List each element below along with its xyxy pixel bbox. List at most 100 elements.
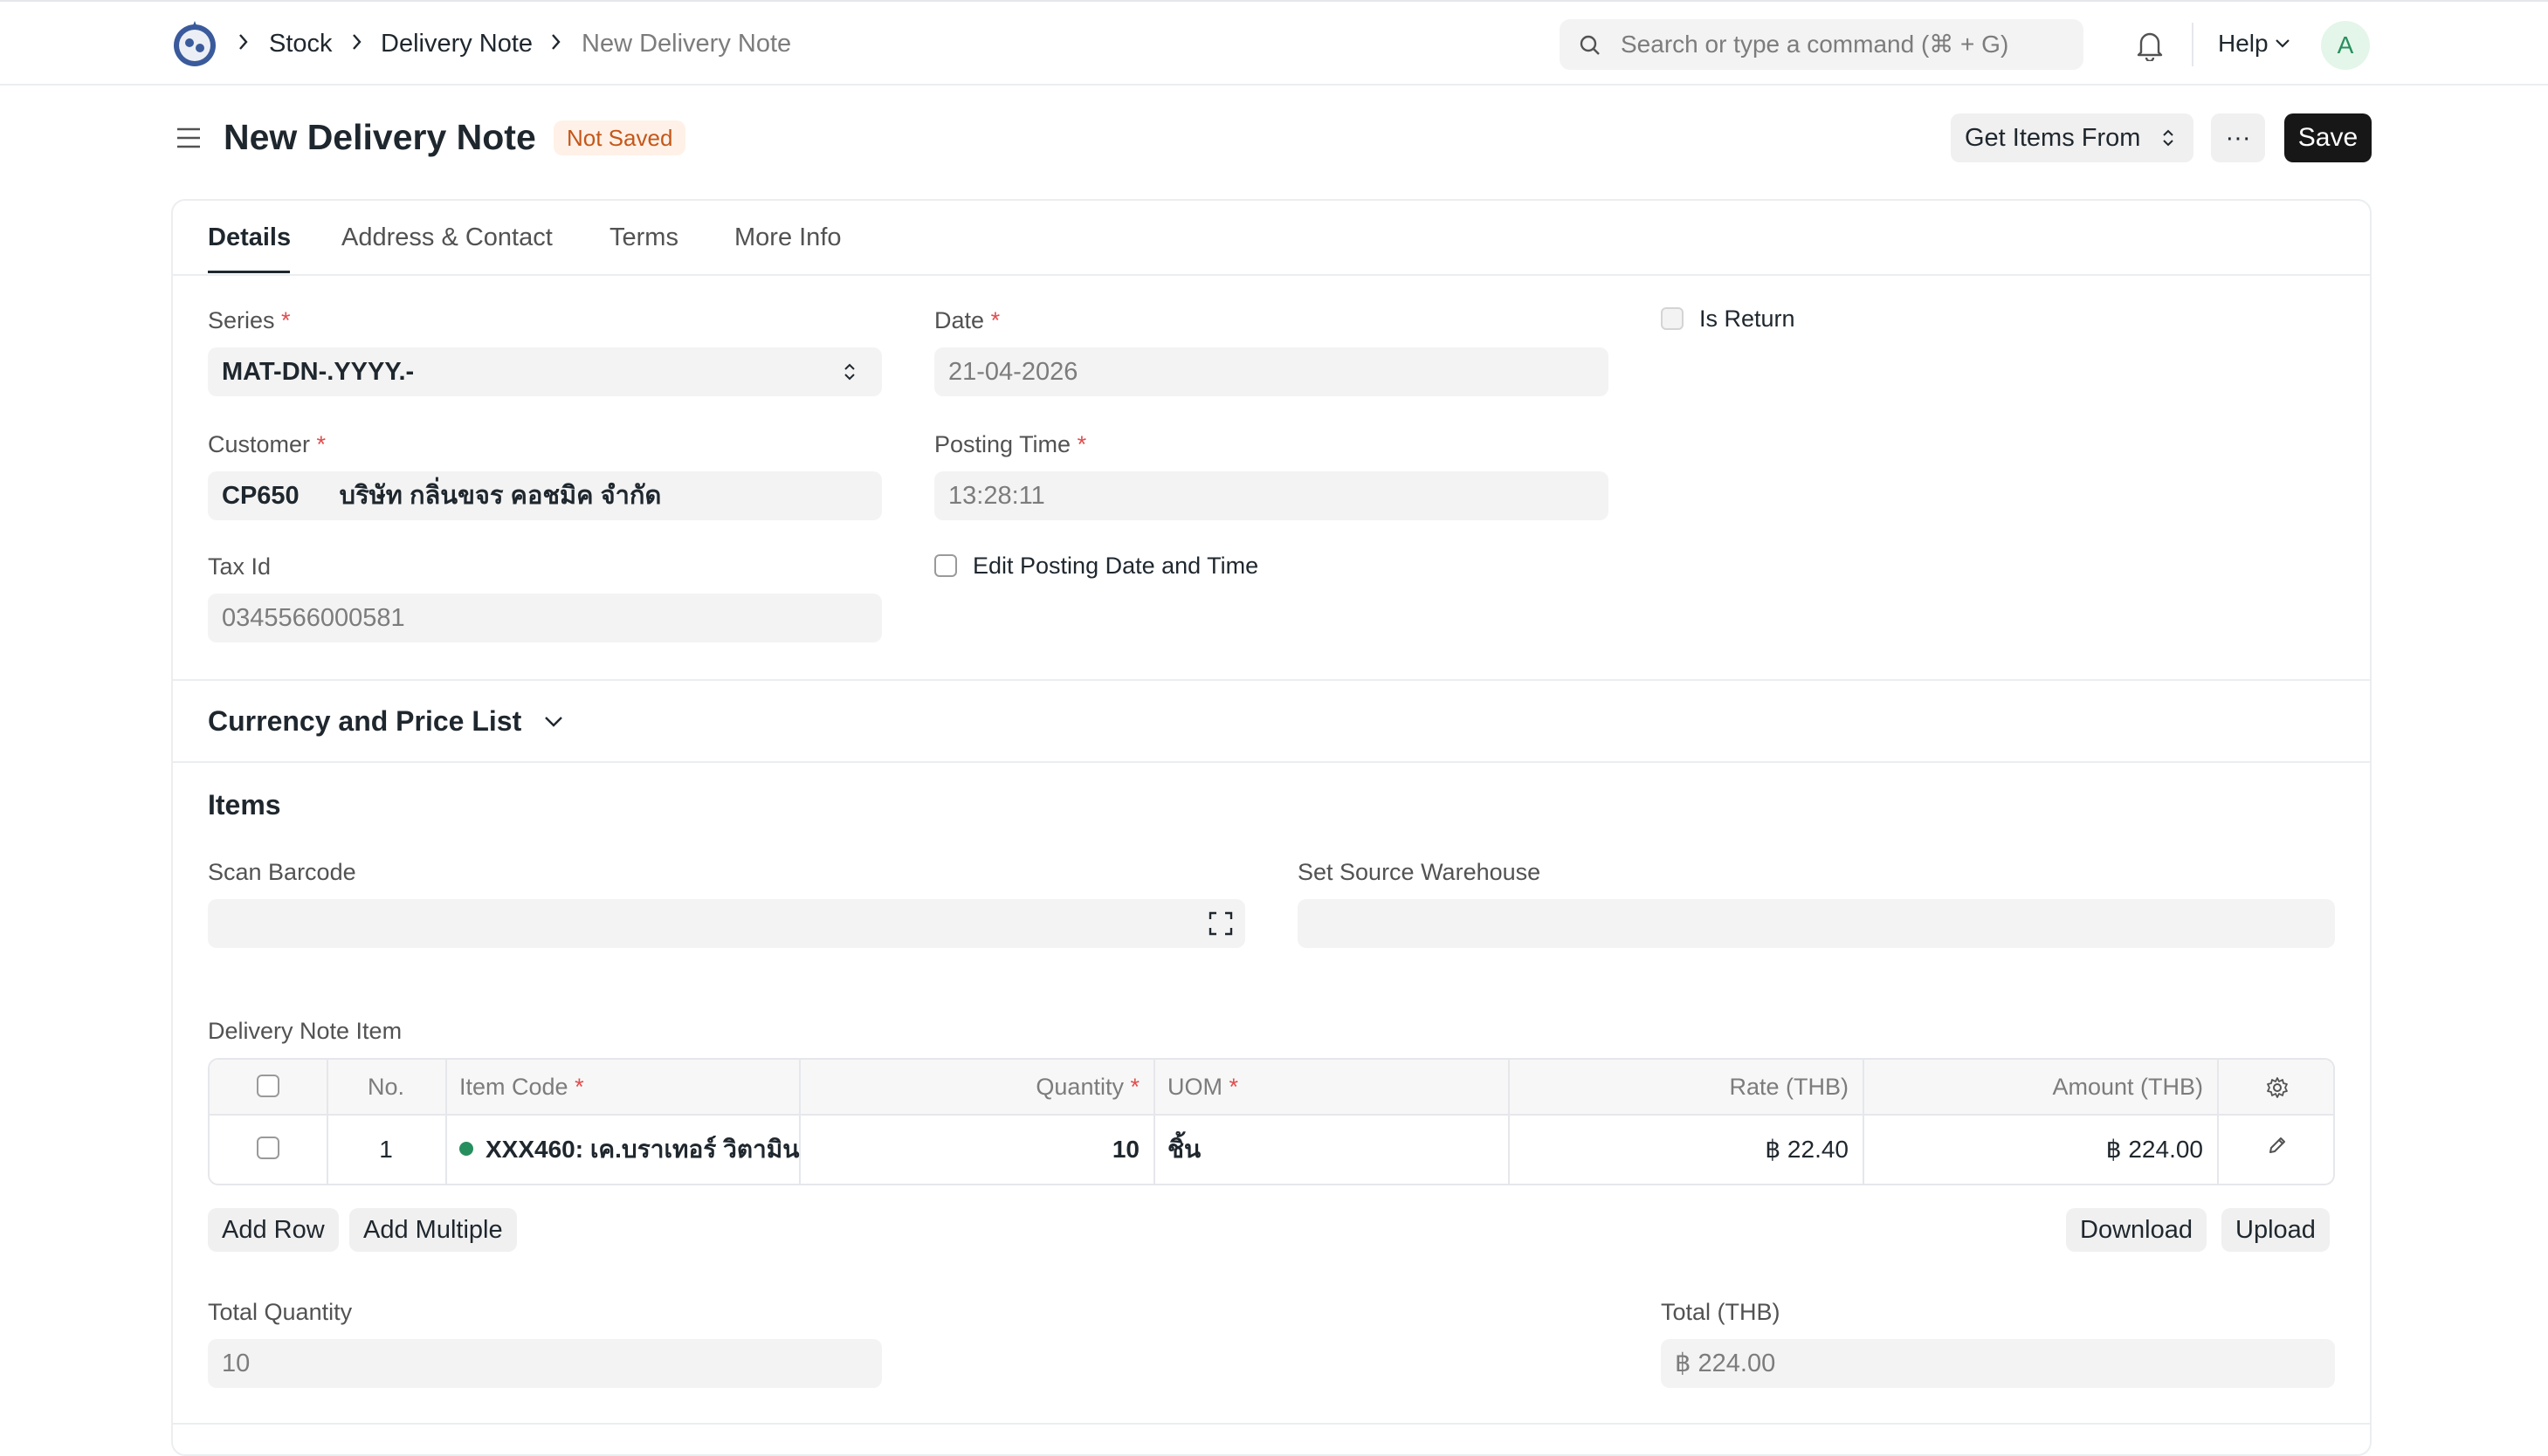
currency-section-title[interactable]: Currency and Price List [208,704,521,738]
add-row-button[interactable]: Add Row [208,1208,339,1252]
scan-icon[interactable] [1209,911,1233,936]
breadcrumb-stock[interactable]: Stock [269,28,333,59]
source-warehouse-label: Set Source Warehouse [1298,859,1541,885]
notification-bell-icon[interactable] [2134,28,2166,61]
column-divider [2217,1060,2219,1184]
col-uom-text: UOM [1167,1074,1222,1100]
tab-address-contact[interactable]: Address & Contact [341,222,553,253]
select-updown-icon [2163,129,2173,147]
row-no: 1 [379,1136,393,1163]
row-quantity[interactable]: 10 [801,1135,1140,1164]
app-logo-icon[interactable] [171,19,218,68]
items-section-title: Items [208,789,281,821]
tab-more-info[interactable]: More Info [734,222,842,253]
tax-id-field[interactable]: 0345566000581 [208,594,882,642]
row-rate[interactable]: ฿ 22.40 [1510,1135,1849,1164]
active-tab-indicator [208,271,290,273]
status-dot [459,1142,473,1156]
add-multiple-button[interactable]: Add Multiple [349,1208,517,1252]
help-menu[interactable]: Help [2218,28,2269,59]
scan-barcode-input[interactable] [208,899,1245,948]
required-mark: * [990,307,1001,333]
date-field[interactable]: 21-04-2026 [934,347,1608,396]
customer-name: บริษัท กลิ่นขจร คอชมิค จำกัด [339,482,662,510]
series-value: MAT-DN-.YYYY.- [222,358,415,386]
col-item-code-header[interactable]: Item Code * [459,1072,584,1102]
row-uom[interactable]: ชิ้น [1167,1135,1201,1164]
status-badge: Not Saved [554,120,686,155]
breadcrumb-separator-icon [351,31,370,54]
required-mark: * [316,431,327,457]
page-title: New Delivery Note [224,117,536,157]
date-label: Date * [934,306,1000,335]
customer-field[interactable]: CP650 บริษัท กลิ่นขจร คอชมิค จำกัด [208,471,882,520]
chevron-down-icon[interactable] [543,714,564,730]
col-quantity-text: Quantity [1036,1074,1124,1100]
row-select-checkbox[interactable] [257,1137,279,1159]
breadcrumb-current[interactable]: New Delivery Note [582,28,791,59]
total-label: Total (THB) [1661,1299,1780,1325]
tab-terms[interactable]: Terms [609,222,678,253]
posting-time-field[interactable]: 13:28:11 [934,471,1608,520]
customer-label-text: Customer [208,431,311,457]
date-label-text: Date [934,307,985,333]
tabs-divider [173,274,2370,276]
required-mark: * [1229,1074,1239,1100]
edit-posting-checkbox[interactable] [934,554,957,577]
total-quantity-label: Total Quantity [208,1299,353,1325]
col-no-header: No. [367,1074,405,1100]
items-table: No. Item Code * Quantity * UOM * Rate (T… [208,1058,2335,1185]
required-mark: * [281,307,291,333]
command-search[interactable] [1560,19,2083,70]
col-quantity-header[interactable]: Quantity * [801,1072,1140,1102]
section-divider [173,679,2370,681]
search-icon [1580,35,1600,55]
required-mark: * [1077,431,1087,457]
items-table-label: Delivery Note Item [208,1018,403,1044]
download-button[interactable]: Download [2066,1208,2207,1252]
section-divider [173,1423,2370,1425]
column-divider [1153,1060,1155,1184]
source-warehouse-input[interactable] [1298,899,2335,948]
top-navbar: Stock Delivery Note New Delivery Note He… [0,0,2548,86]
col-rate-header[interactable]: Rate (THB) [1510,1072,1849,1102]
more-actions-button[interactable]: ··· [2211,113,2265,162]
posting-time-label-text: Posting Time [934,431,1071,457]
edit-posting-label: Edit Posting Date and Time [973,553,1259,579]
column-divider [445,1060,447,1184]
scan-barcode-label: Scan Barcode [208,859,356,885]
avatar[interactable]: A [2321,21,2370,70]
series-label-text: Series [208,307,275,333]
tab-details[interactable]: Details [208,222,291,253]
get-items-from-button[interactable]: Get Items From [1951,113,2193,162]
gear-icon[interactable] [2265,1075,2290,1100]
total-field[interactable]: ฿ 224.00 [1661,1339,2335,1388]
search-input[interactable] [1621,19,2066,70]
posting-time-label: Posting Time * [934,429,1086,459]
breadcrumb-delivery-note[interactable]: Delivery Note [381,28,533,59]
get-items-from-label: Get Items From [1965,124,2141,152]
navbar-divider [2192,23,2193,66]
total-quantity-field[interactable]: 10 [208,1339,882,1388]
chevron-down-icon[interactable] [2274,37,2291,51]
tax-id-label: Tax Id [208,553,272,580]
edit-pencil-icon[interactable] [2267,1135,2288,1156]
row-item-code-text: XXX460: เค.บราเทอร์ วิตามิน [485,1136,800,1163]
is-return-label: Is Return [1699,306,1795,332]
required-mark: * [575,1074,584,1100]
select-updown-icon [844,363,855,381]
upload-button[interactable]: Upload [2221,1208,2330,1252]
customer-code: CP650 [222,482,300,510]
col-amount-header[interactable]: Amount (THB) [1864,1072,2203,1102]
sidebar-toggle-icon[interactable] [175,124,203,152]
breadcrumb-separator-icon [550,31,569,54]
is-return-checkbox[interactable] [1661,307,1684,330]
row-amount[interactable]: ฿ 224.00 [1864,1135,2203,1164]
save-button[interactable]: Save [2284,113,2372,162]
series-select[interactable]: MAT-DN-.YYYY.- [208,347,882,396]
section-divider [173,761,2370,763]
col-item-code-text: Item Code [459,1074,568,1100]
select-all-checkbox[interactable] [257,1075,279,1097]
row-item-code[interactable]: XXX460: เค.บราเทอร์ วิตามิน [459,1135,799,1164]
col-uom-header[interactable]: UOM * [1167,1072,1238,1102]
